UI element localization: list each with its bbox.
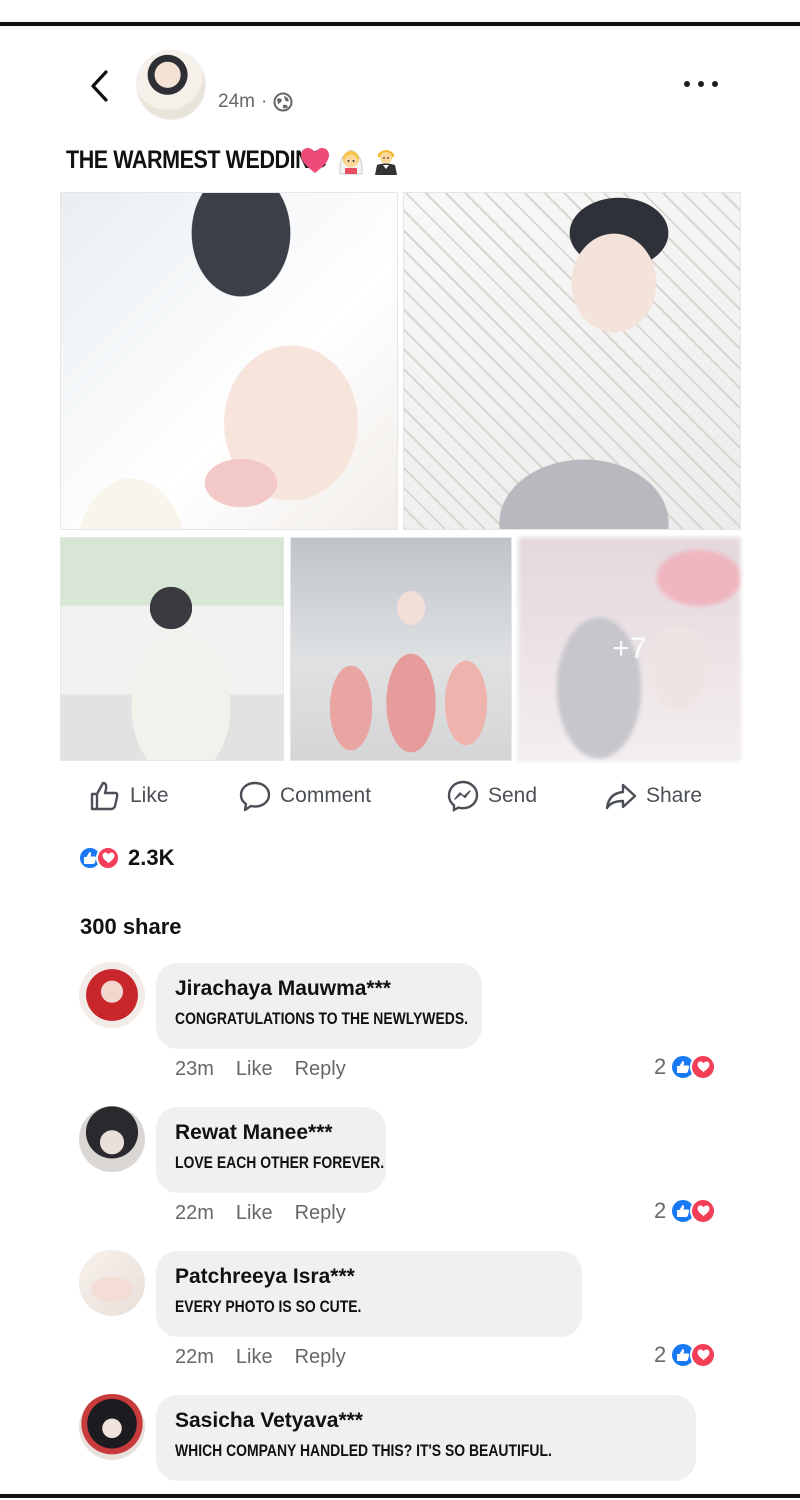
commenter-name[interactable]: Rewat Manee***	[175, 1121, 368, 1145]
send-label: Send	[488, 784, 538, 807]
comment-icon	[238, 779, 272, 813]
globe-icon	[273, 92, 293, 112]
comment-bubble: Rewat Manee*** LOVE EACH OTHER FOREVER.	[156, 1107, 386, 1193]
messenger-icon	[446, 779, 480, 813]
love-reaction-icon	[690, 1342, 717, 1368]
comment-reaction-count: 2	[654, 1054, 667, 1079]
thumbs-up-icon	[88, 779, 122, 813]
post-photo-2[interactable]	[403, 192, 741, 530]
like-button[interactable]: Like	[88, 776, 169, 816]
poster-avatar[interactable]	[136, 50, 206, 120]
commenter-avatar[interactable]	[79, 1106, 145, 1172]
comment-like-button[interactable]: Like	[236, 1058, 273, 1081]
commenter-name[interactable]: Patchreeya Isra***	[175, 1265, 564, 1289]
comment-bubble: Jirachaya Mauwma*** CONGRATULATIONS TO T…	[156, 963, 482, 1049]
comment-text: LOVE EACH OTHER FOREVER.	[175, 1153, 385, 1172]
meta-separator: ·	[260, 91, 268, 112]
comment-like-button[interactable]: Like	[236, 1346, 273, 1369]
comment-text: EVERY PHOTO IS SO CUTE.	[175, 1297, 362, 1316]
post-photo-4[interactable]	[290, 537, 512, 761]
comment-reactions[interactable]: 2	[654, 1342, 717, 1368]
commenter-avatar[interactable]	[79, 1394, 145, 1460]
commenter-name[interactable]: Sasicha Vetyava***	[175, 1409, 678, 1433]
share-label: Share	[646, 784, 703, 807]
comment-reactions[interactable]: 2	[654, 1054, 717, 1080]
comment-bubble: Sasicha Vetyava*** WHICH COMPANY HANDLED…	[156, 1395, 696, 1481]
comment-time: 22m	[175, 1202, 214, 1224]
comment-meta: 23m Like Reply	[175, 1058, 346, 1081]
comment-reaction-count: 2	[654, 1342, 667, 1367]
comment-time: 22m	[175, 1346, 214, 1368]
more-photos-overlay[interactable]: +7	[518, 537, 741, 761]
share-count[interactable]: 300 share	[80, 914, 182, 940]
comment-bubble: Patchreeya Isra*** EVERY PHOTO IS SO CUT…	[156, 1251, 582, 1337]
post-title: THE WARMEST WEDDING	[66, 146, 327, 174]
reaction-badges	[670, 1342, 717, 1368]
love-reaction-icon	[690, 1198, 717, 1224]
reaction-badges	[670, 1054, 717, 1080]
comment-reply-button[interactable]: Reply	[295, 1058, 346, 1081]
love-reaction-icon	[96, 846, 120, 870]
comment-reactions[interactable]: 2	[654, 1198, 717, 1224]
top-border	[0, 22, 800, 26]
reaction-count: 2.3K	[128, 845, 175, 870]
commenter-avatar[interactable]	[79, 962, 145, 1028]
share-arrow-icon	[604, 779, 638, 813]
share-button[interactable]: Share	[604, 776, 702, 816]
reaction-badges	[78, 846, 120, 870]
comment-label: Comment	[280, 784, 372, 807]
bride-emoji-icon	[339, 149, 363, 175]
groom-emoji-icon	[375, 150, 397, 175]
comment-text: CONGRATULATIONS TO THE NEWLYWEDS.	[175, 1009, 469, 1028]
post-timestamp: 24m	[218, 91, 255, 112]
reaction-badges	[670, 1198, 717, 1224]
reaction-summary[interactable]: 2.3K	[78, 845, 174, 871]
post-meta: 24m ·	[218, 91, 293, 113]
chevron-left-icon	[91, 70, 108, 102]
dot-icon	[712, 81, 718, 87]
bottom-border	[0, 1494, 800, 1498]
comment-reaction-count: 2	[654, 1198, 667, 1223]
love-reaction-icon	[690, 1054, 717, 1080]
more-options-button[interactable]	[684, 74, 718, 94]
like-label: Like	[130, 784, 169, 807]
post-photo-3[interactable]	[60, 537, 284, 761]
commenter-name[interactable]: Jirachaya Mauwma***	[175, 977, 464, 1001]
comment-button[interactable]: Comment	[238, 776, 371, 816]
comment-meta: 22m Like Reply	[175, 1202, 346, 1225]
dot-icon	[684, 81, 690, 87]
comment-reply-button[interactable]: Reply	[295, 1346, 346, 1369]
commenter-avatar[interactable]	[79, 1250, 145, 1316]
post-photo-1[interactable]	[60, 192, 398, 530]
heart-emoji-icon	[301, 148, 329, 173]
comment-text: WHICH COMPANY HANDLED THIS? IT'S SO BEAU…	[175, 1441, 552, 1460]
dot-icon	[698, 81, 704, 87]
comment-time: 23m	[175, 1058, 214, 1080]
comment-like-button[interactable]: Like	[236, 1202, 273, 1225]
comment-reply-button[interactable]: Reply	[295, 1202, 346, 1225]
back-button[interactable]	[84, 66, 114, 106]
title-emojis	[300, 146, 400, 176]
comment-meta: 22m Like Reply	[175, 1346, 346, 1369]
send-button[interactable]: Send	[446, 776, 537, 816]
